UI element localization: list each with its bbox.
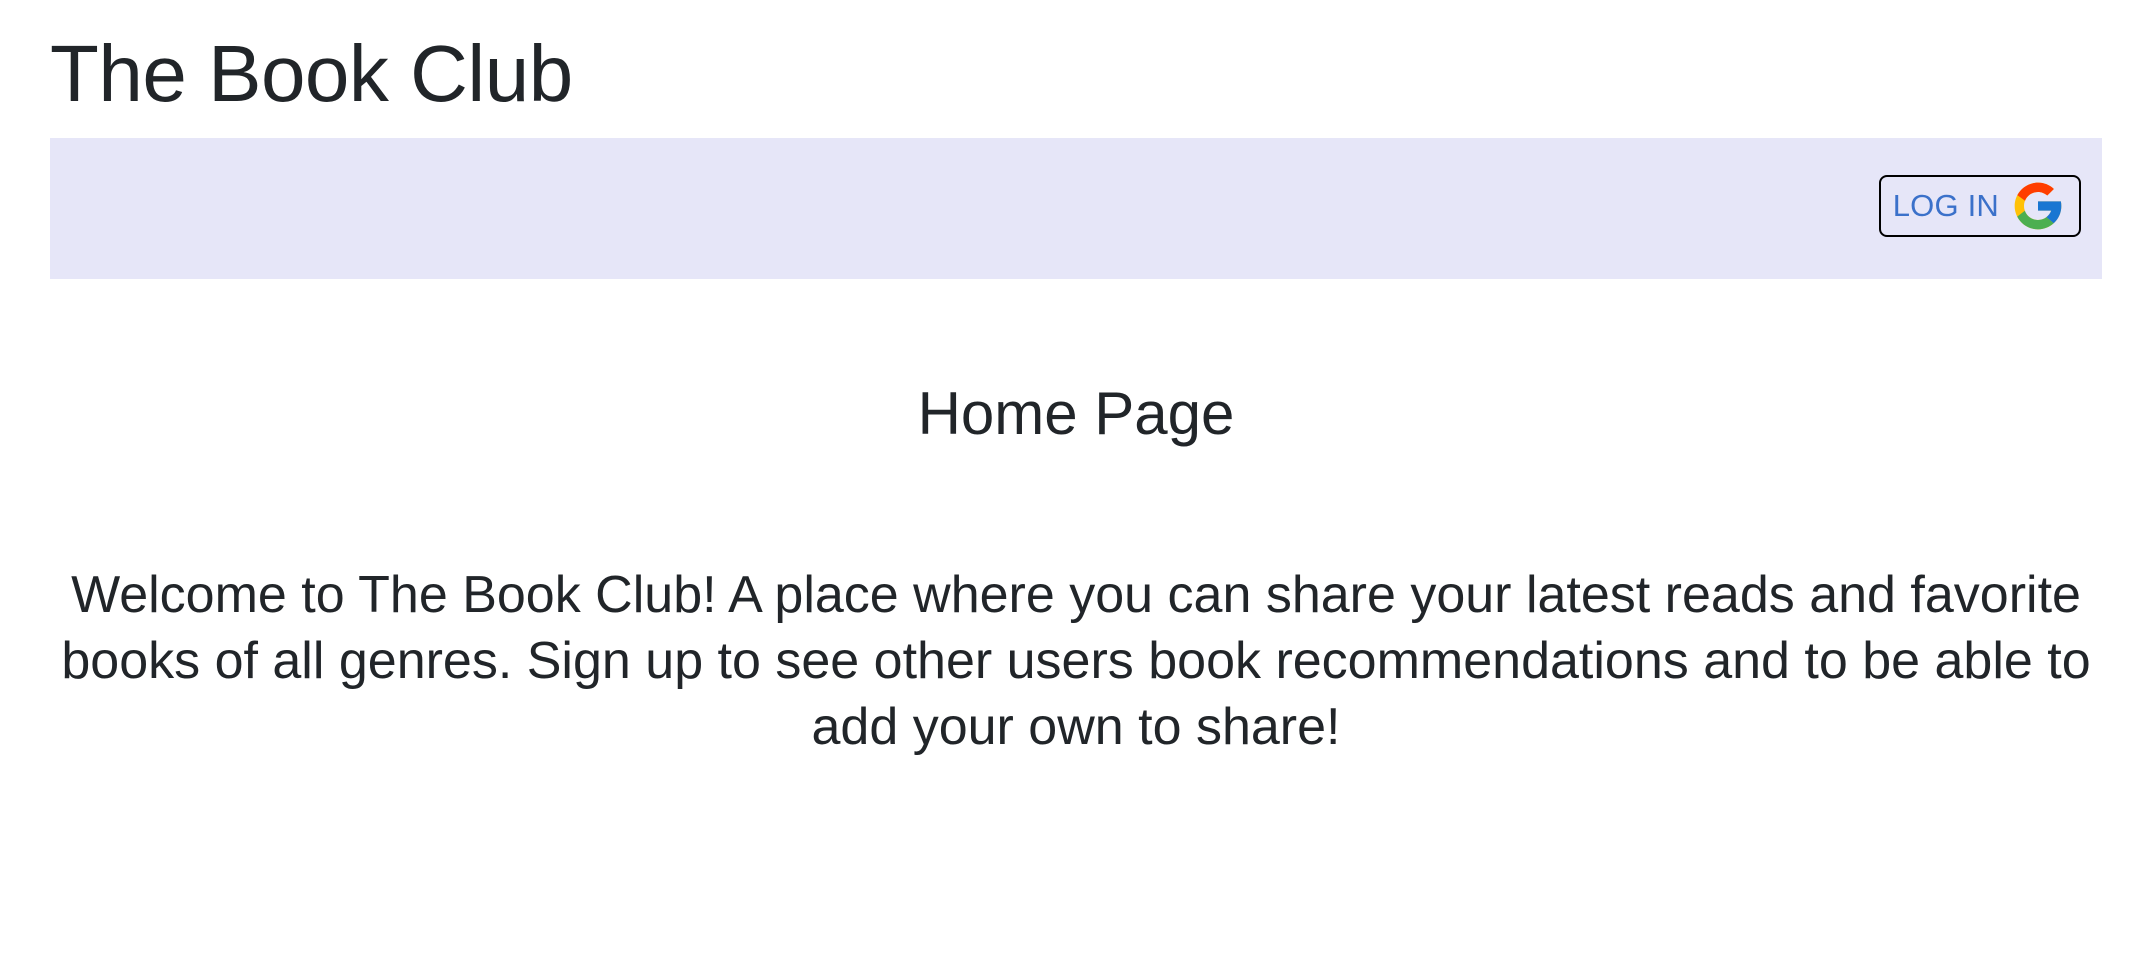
google-login-button[interactable]: LOG IN: [1878, 175, 2081, 237]
site-title: The Book Club: [50, 29, 573, 118]
page-heading: Home Page: [917, 380, 1235, 447]
login-button-label: LOG IN: [1892, 188, 1999, 223]
navbar: LOG IN: [50, 138, 2102, 279]
google-icon: [2014, 182, 2062, 230]
welcome-text: Welcome to The Book Club! A place where …: [61, 566, 2091, 756]
